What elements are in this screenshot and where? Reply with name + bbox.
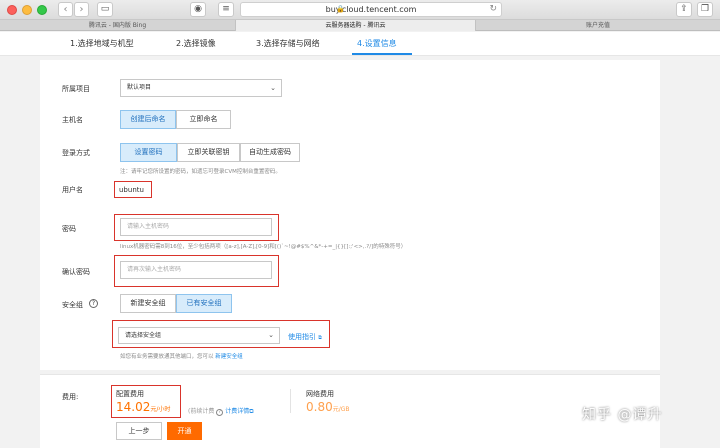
- username-label: 用户名: [62, 186, 83, 194]
- tab-cvm[interactable]: 云服务器选购 - 腾讯云: [236, 20, 476, 31]
- previous-step-button[interactable]: 上一步: [116, 422, 162, 440]
- address-bar[interactable]: 🔒 buy.cloud.tencent.com ↻: [240, 2, 502, 17]
- browser-titlebar: ‹ › ▭ ◉ ≡ 🔒 buy.cloud.tencent.com ↻ ⇪ ❐: [0, 0, 720, 20]
- purchase-steps: 1.选择地域与机型 2.选择镜像 3.选择存储与网络 4.设置信息: [0, 32, 720, 56]
- active-step-indicator: [352, 53, 412, 55]
- help-icon[interactable]: ?: [216, 409, 224, 416]
- security-group-highlight: [112, 320, 330, 348]
- shield-icon[interactable]: ◉: [190, 2, 206, 17]
- tabs-icon[interactable]: ❐: [697, 2, 713, 17]
- chevron-down-icon: ⌄: [270, 84, 276, 92]
- zoom-window-icon[interactable]: [37, 5, 47, 15]
- minimize-window-icon[interactable]: [22, 5, 32, 15]
- project-value: 默认项目: [127, 84, 152, 91]
- reader-icon[interactable]: ≡: [218, 2, 234, 17]
- new-security-group-link[interactable]: 新建安全组: [215, 354, 243, 360]
- billing-detail-link[interactable]: 计费详情: [225, 408, 249, 415]
- login-label: 登录方式: [62, 149, 90, 157]
- fee-divider: [290, 389, 291, 413]
- login-hint: 注：请牢记您所设置的密码，如遗忘可登录CVM控制台重置密码。: [120, 169, 281, 175]
- password-hint: linux机器密码需8到16位，至少包括两项（[a-z],[A-Z],[0-9]…: [120, 244, 407, 250]
- hostname-label: 主机名: [62, 116, 83, 124]
- tab-bar: 腾讯云 - 国内版 Bing 云服务器选购 - 腾讯云 账户充值: [0, 20, 720, 31]
- step-image[interactable]: 2.选择镜像: [176, 32, 216, 56]
- login-auto-option[interactable]: 自动生成密码: [240, 143, 300, 162]
- tab-bing[interactable]: 腾讯云 - 国内版 Bing: [0, 20, 236, 31]
- step-region[interactable]: 1.选择地域与机型: [70, 32, 134, 56]
- settings-panel: 所属项目 默认项目 ⌄ 主机名 创建后命名 立即命名 登录方式 设置密码 立即关…: [40, 60, 660, 370]
- reload-icon[interactable]: ↻: [489, 3, 497, 16]
- confirm-password-highlight: [114, 255, 279, 287]
- billing-note: (前续计费 ? 计费详情⧉: [188, 408, 254, 416]
- back-icon[interactable]: ‹: [58, 2, 73, 17]
- network-fee-price: 0.80元/GB: [306, 400, 350, 414]
- config-fee-highlight: [111, 385, 181, 418]
- sidebar-icon[interactable]: ▭: [97, 2, 113, 17]
- price-footer: 费用: 配置费用 14.02元/小时 (前续计费 ? 计费详情⧉ 网络费用 0.…: [40, 374, 660, 448]
- help-icon[interactable]: ?: [89, 299, 98, 308]
- hostname-now-option[interactable]: 立即命名: [176, 110, 231, 129]
- project-label: 所属项目: [62, 85, 90, 93]
- network-fee-label: 网络费用: [306, 390, 334, 398]
- project-select[interactable]: 默认项目 ⌄: [120, 79, 282, 97]
- login-password-option[interactable]: 设置密码: [120, 143, 177, 162]
- tab-recharge[interactable]: 账户充值: [476, 20, 720, 31]
- existing-security-group-option[interactable]: 已有安全组: [176, 294, 232, 313]
- watermark: 知乎 @谭升: [582, 407, 663, 423]
- step-storage[interactable]: 3.选择存储与网络: [256, 32, 320, 56]
- hostname-later-option[interactable]: 创建后命名: [120, 110, 176, 129]
- username-highlight: [114, 181, 152, 198]
- fee-label: 费用:: [62, 393, 79, 401]
- share-icon[interactable]: ⇪: [676, 2, 692, 17]
- login-key-option[interactable]: 立即关联密钥: [177, 143, 240, 162]
- confirm-password-label: 确认密码: [62, 268, 90, 276]
- close-window-icon[interactable]: [7, 5, 17, 15]
- forward-icon[interactable]: ›: [74, 2, 89, 17]
- activate-button[interactable]: 开通: [167, 422, 202, 440]
- external-link-icon: ⧉: [249, 408, 254, 415]
- new-security-group-option[interactable]: 新建安全组: [120, 294, 176, 313]
- security-group-label: 安全组: [62, 301, 83, 309]
- password-highlight: [114, 214, 279, 241]
- security-hint: 如您有业务需要放通其他端口，您可以 新建安全组: [120, 354, 243, 360]
- lock-icon: 🔒: [336, 5, 345, 13]
- password-label: 密码: [62, 225, 76, 233]
